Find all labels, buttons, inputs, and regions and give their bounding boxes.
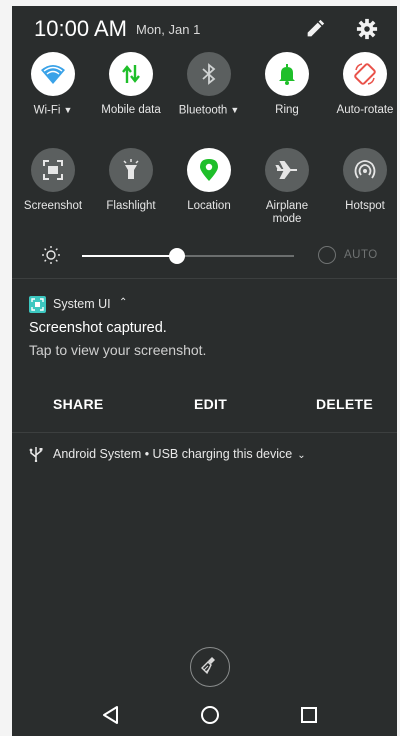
- tile-label: Ring: [275, 104, 299, 116]
- auto-brightness-toggle[interactable]: [318, 246, 336, 264]
- brightness-slider[interactable]: [82, 248, 294, 264]
- tile-flashlight[interactable]: Flashlight: [92, 148, 170, 213]
- tile-screenshot[interactable]: Screenshot: [14, 148, 92, 213]
- pencil-icon[interactable]: [304, 18, 328, 42]
- tile-label: Auto-rotate: [336, 104, 394, 116]
- screenshot-app-icon: [29, 296, 46, 313]
- hotspot-icon: [343, 148, 387, 192]
- tile-label: Hotspot: [345, 200, 385, 212]
- tile-auto-rotate[interactable]: Auto-rotate: [326, 52, 397, 117]
- usb-icon: [29, 446, 43, 463]
- date[interactable]: Mon, Jan 1: [136, 22, 200, 37]
- tile-hotspot[interactable]: Hotspot: [326, 148, 397, 213]
- notification-title: Screenshot captured.: [29, 320, 167, 336]
- screenshot-icon: [31, 148, 75, 192]
- tile-label: Bluetooth: [178, 104, 228, 117]
- brightness-thumb[interactable]: [169, 248, 186, 264]
- tile-label: Location: [187, 200, 231, 212]
- gear-icon[interactable]: [356, 18, 380, 42]
- chevron-down-icon[interactable]: ▼: [230, 104, 239, 117]
- status-header: 10:00 AM Mon, Jan 1: [12, 6, 397, 54]
- clock: 10:00 AM: [34, 16, 127, 41]
- usb-notification[interactable]: Android System • USB charging this devic…: [12, 434, 397, 474]
- tile-label: Airplane mode: [265, 200, 309, 225]
- flashlight-icon: [109, 148, 153, 192]
- divider: [12, 432, 397, 433]
- clear-all-broom-icon: [200, 655, 220, 680]
- notification-app-name: System UI: [53, 297, 111, 311]
- tile-label: Flashlight: [106, 200, 156, 212]
- edit-button[interactable]: EDIT: [194, 396, 227, 412]
- tile-wifi[interactable]: Wi-Fi ▼: [14, 52, 92, 118]
- tile-label: Screenshot: [23, 200, 83, 212]
- tile-location[interactable]: Location: [170, 148, 248, 213]
- clear-all-button[interactable]: [190, 647, 230, 687]
- notification-shade: 10:00 AM Mon, Jan 1 Wi-Fi ▼ Mobile data …: [12, 6, 397, 736]
- back-triangle-icon[interactable]: [100, 704, 122, 726]
- brightness-row: AUTO: [12, 242, 397, 268]
- recents-square-icon[interactable]: [298, 704, 320, 726]
- tile-label: Mobile data: [101, 104, 161, 116]
- home-circle-icon[interactable]: [199, 704, 221, 726]
- share-button[interactable]: SHARE: [53, 396, 104, 412]
- delete-button[interactable]: DELETE: [316, 396, 373, 412]
- auto-brightness-label: AUTO: [344, 249, 378, 261]
- rotate-icon: [343, 52, 387, 96]
- tile-ring[interactable]: Ring: [248, 52, 326, 117]
- chevron-down-icon[interactable]: ⌄: [297, 450, 305, 461]
- screenshot-notification[interactable]: System UI ⌃ Screenshot captured. Tap to …: [12, 286, 397, 434]
- bluetooth-icon: [187, 52, 231, 96]
- chevron-down-icon[interactable]: ▼: [63, 104, 72, 117]
- usb-notification-text: Android System • USB charging this devic…: [53, 447, 306, 461]
- brightness-fill: [82, 255, 178, 257]
- wifi-icon: [31, 52, 75, 96]
- navigation-bar: [12, 694, 397, 736]
- tile-label: Wi-Fi: [33, 104, 61, 117]
- divider: [12, 278, 397, 279]
- tile-airplane-mode[interactable]: Airplane mode: [248, 148, 326, 226]
- location-icon: [187, 148, 231, 192]
- mobile-data-icon: [109, 52, 153, 96]
- bell-icon: [265, 52, 309, 96]
- notification-body: Tap to view your screenshot.: [29, 342, 207, 358]
- chevron-up-icon[interactable]: ⌃: [119, 297, 127, 308]
- tile-mobile-data[interactable]: Mobile data: [92, 52, 170, 117]
- airplane-icon: [265, 148, 309, 192]
- brightness-sun-icon: [41, 245, 61, 270]
- tile-bluetooth[interactable]: Bluetooth ▼: [170, 52, 248, 118]
- usb-text: Android System • USB charging this devic…: [53, 447, 293, 461]
